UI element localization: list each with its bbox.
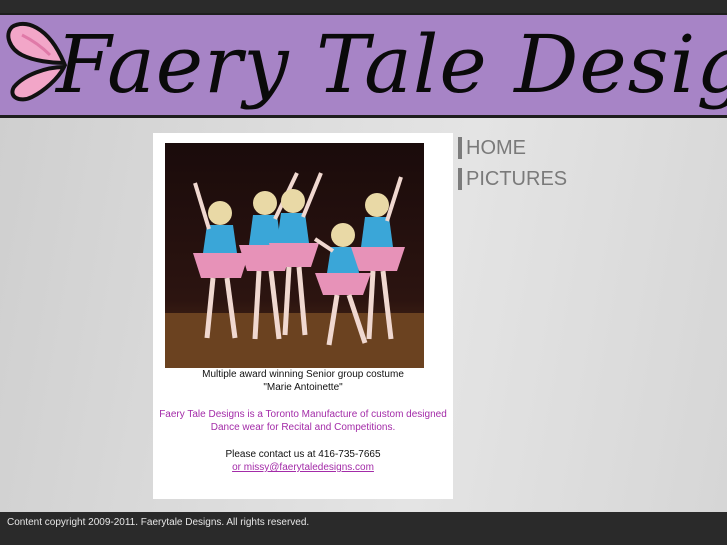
photo-caption: Multiple award winning Senior group cost… — [202, 369, 404, 380]
site-title: Faery Tale Designs — [56, 18, 727, 111]
content-panel: Multiple award winning Senior group cost… — [153, 133, 453, 499]
description-line-2: Dance wear for Recital and Competitions. — [210, 422, 396, 433]
top-bar — [0, 0, 727, 13]
nav-pictures[interactable]: PICTURES — [458, 168, 616, 190]
contact-text: Please contact us at 416-735-7665 — [225, 449, 381, 460]
photo-caption-title: "Marie Antoinette" — [263, 382, 343, 393]
footer-copyright: Content copyright 2009-2011. Faerytale D… — [7, 517, 310, 528]
site-banner: Faery Tale Designs — [0, 13, 727, 118]
footer: Content copyright 2009-2011. Faerytale D… — [0, 512, 727, 545]
email-link[interactable]: or missy@faerytaledesigns.com — [232, 462, 374, 473]
description-line-1: Faery Tale Designs is a Toronto Manufact… — [159, 409, 447, 420]
dancers-photo — [165, 143, 424, 368]
nav-home[interactable]: HOME — [458, 137, 616, 159]
